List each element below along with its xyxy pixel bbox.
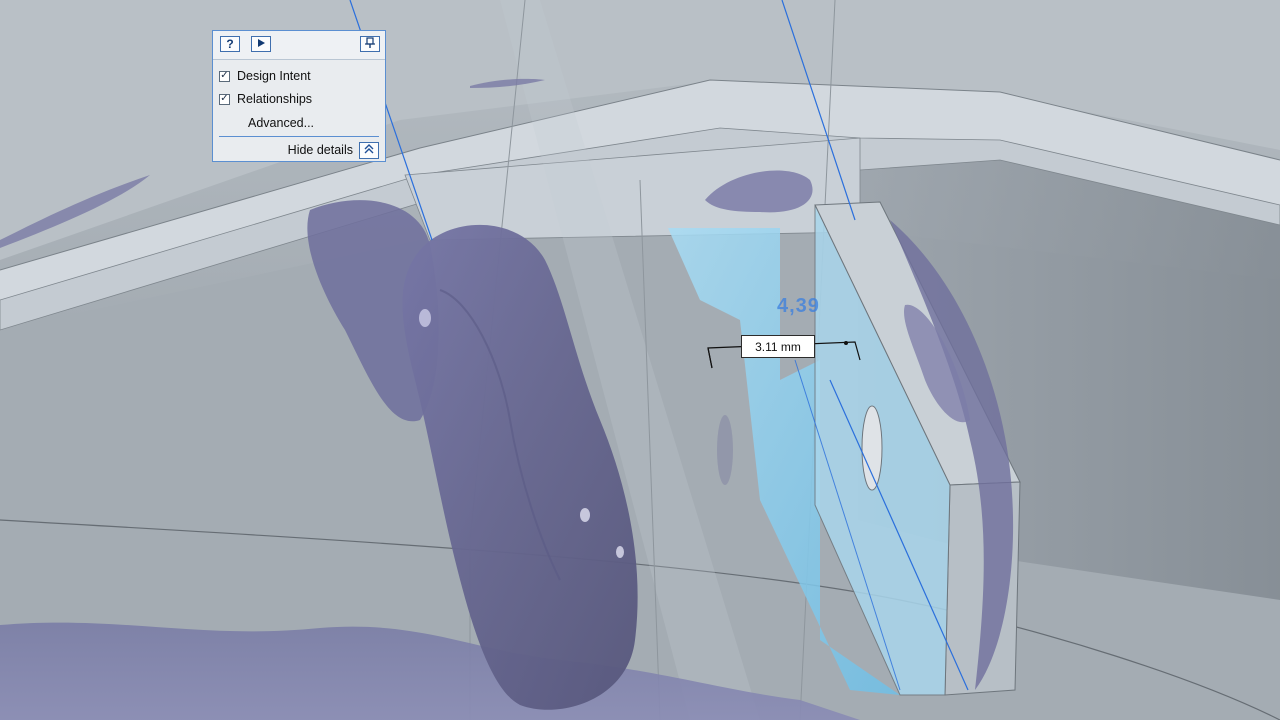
specular-highlight (580, 508, 590, 522)
dimension-value: 3.11 mm (755, 339, 801, 354)
checkmark-icon: ✓ (220, 70, 229, 81)
panel-toolbar: ? (213, 31, 385, 60)
play-button[interactable] (251, 36, 271, 52)
design-intent-option[interactable]: ✓ Design Intent (219, 67, 311, 85)
bracket-hole (861, 405, 883, 491)
specular-highlight (419, 309, 431, 327)
options-panel: ? ✓ Design Intent ✓ Relationships Advanc… (212, 30, 386, 162)
design-intent-label: Design Intent (237, 69, 311, 83)
dimension-arrow (844, 341, 848, 345)
3d-viewport[interactable]: 4,39 3.11 mm ? ✓ Design Intent ✓ Relatio… (0, 0, 1280, 720)
question-mark-icon: ? (226, 37, 234, 51)
play-icon (256, 38, 266, 50)
panel-divider (219, 136, 379, 137)
double-chevron-up-icon (364, 143, 374, 157)
advanced-label: Advanced... (248, 116, 315, 130)
relationships-option[interactable]: ✓ Relationships (219, 90, 312, 108)
hide-details-label: Hide details (287, 143, 353, 157)
relationships-checkbox[interactable]: ✓ (219, 93, 230, 105)
specular-highlight (616, 546, 624, 558)
scan-mesh-patch (717, 415, 733, 485)
checkmark-icon: ✓ (220, 93, 229, 104)
hide-details-row[interactable]: Hide details (288, 141, 379, 159)
help-button[interactable]: ? (220, 36, 240, 52)
dimension-value-box[interactable]: 3.11 mm (741, 335, 815, 358)
pin-button[interactable] (360, 36, 380, 52)
dimension-ghost-label: 4,39 (777, 295, 820, 317)
model-scene[interactable] (0, 0, 1280, 720)
advanced-link[interactable]: Advanced... (248, 114, 314, 132)
relationships-label: Relationships (237, 92, 313, 106)
pin-icon (364, 37, 376, 51)
design-intent-checkbox[interactable]: ✓ (219, 70, 230, 82)
hide-details-button[interactable] (359, 141, 379, 159)
